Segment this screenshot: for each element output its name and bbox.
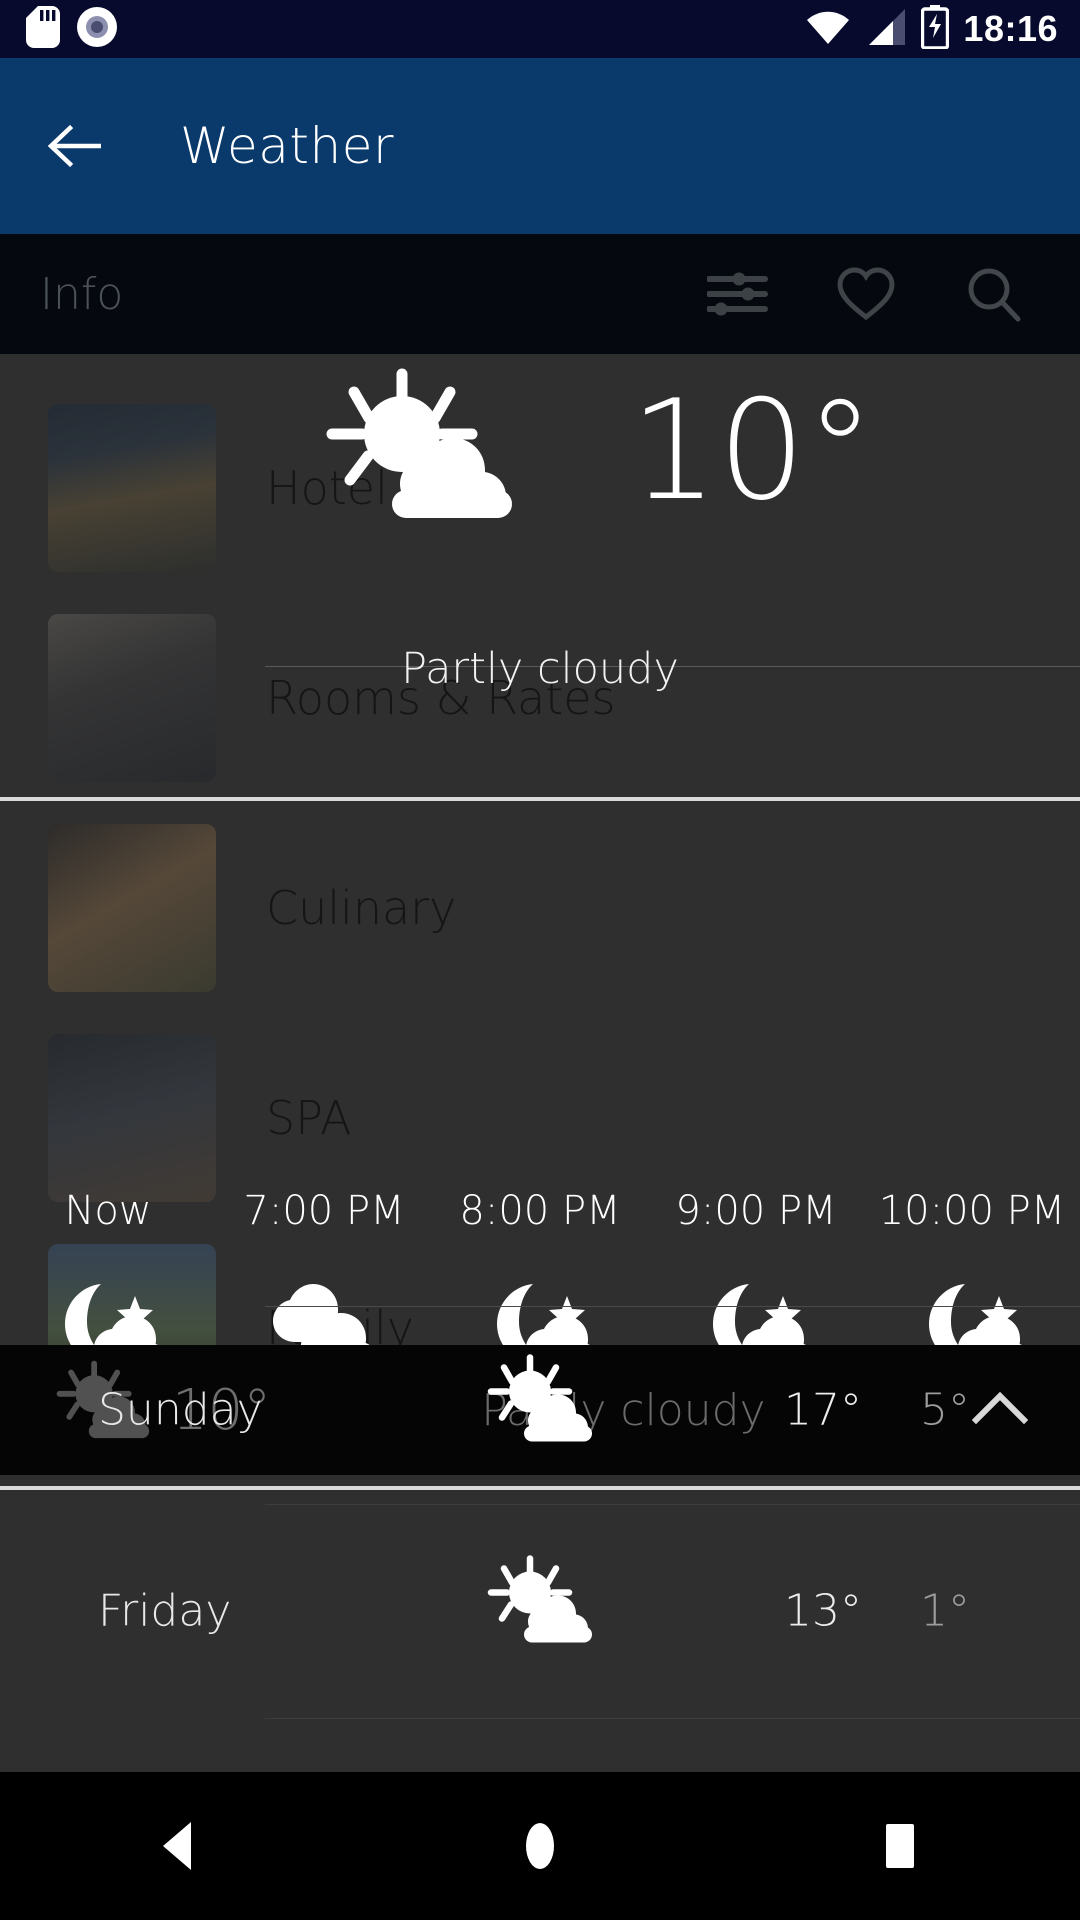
android-navigation-bar (0, 1772, 1080, 1920)
tune-icon[interactable] (706, 262, 770, 326)
hourly-time: 9:00 PM (675, 1188, 837, 1234)
daily-low-temp: 1° (920, 1585, 970, 1637)
divider (265, 1306, 1080, 1307)
app-bar: Weather (0, 58, 1080, 234)
current-conditions: 10° Partly cloudy (0, 354, 1080, 702)
status-bar-left-icons (0, 5, 118, 53)
battery-charging-icon (921, 4, 950, 54)
status-bar-right-icons: 18:16 (805, 4, 1080, 54)
divider (0, 797, 1080, 801)
heart-icon[interactable] (834, 262, 898, 326)
nav-back-icon[interactable] (120, 1786, 240, 1906)
action-bar-buttons (706, 262, 1080, 326)
weather-panel: 10° Partly cloudy Now 12° 7:00 PM 13° (0, 354, 1080, 1868)
daily-day-label: Friday (98, 1585, 232, 1637)
sd-card-icon (26, 5, 60, 53)
current-condition-label: Partly cloudy (401, 644, 679, 694)
camera-icon (76, 6, 118, 53)
page-title: Weather (180, 117, 395, 175)
status-bar-clock: 18:16 (963, 8, 1058, 49)
current-temperature: 10° (630, 370, 875, 531)
daily-low-temp: 5° (920, 1384, 970, 1436)
status-bar: 18:16 (0, 0, 1080, 58)
action-bar: Info (0, 234, 1080, 354)
nav-recents-icon[interactable] (840, 1786, 960, 1906)
weather-screen: 18:16 Weather Info Hotel Rooms & Rates C… (0, 0, 1080, 1920)
sun-behind-cloud-icon (478, 1354, 602, 1467)
divider (0, 1486, 1080, 1490)
sun-behind-cloud-icon (478, 1555, 602, 1668)
hourly-time: 7:00 PM (243, 1188, 405, 1234)
divider (265, 1718, 1080, 1719)
hourly-time: Now (64, 1188, 152, 1234)
daily-day-label: Sunday (98, 1384, 263, 1436)
search-icon[interactable] (962, 262, 1026, 326)
hourly-time: 10:00 PM (878, 1188, 1066, 1234)
cellular-signal-icon (865, 8, 907, 51)
wifi-icon (805, 8, 851, 51)
hourly-time: 8:00 PM (459, 1188, 621, 1234)
nav-home-icon[interactable] (480, 1786, 600, 1906)
daily-high-temp: 13° (784, 1585, 862, 1637)
sun-behind-cloud-icon (310, 368, 530, 563)
back-arrow-icon[interactable] (46, 116, 106, 176)
tab-info[interactable]: Info (40, 269, 123, 320)
daily-row[interactable]: Friday 13° 1° (0, 1504, 1080, 1718)
daily-row[interactable]: Sunday 17° 5° (0, 1345, 1080, 1475)
daily-high-temp: 17° (784, 1384, 862, 1436)
divider (265, 1504, 1080, 1505)
